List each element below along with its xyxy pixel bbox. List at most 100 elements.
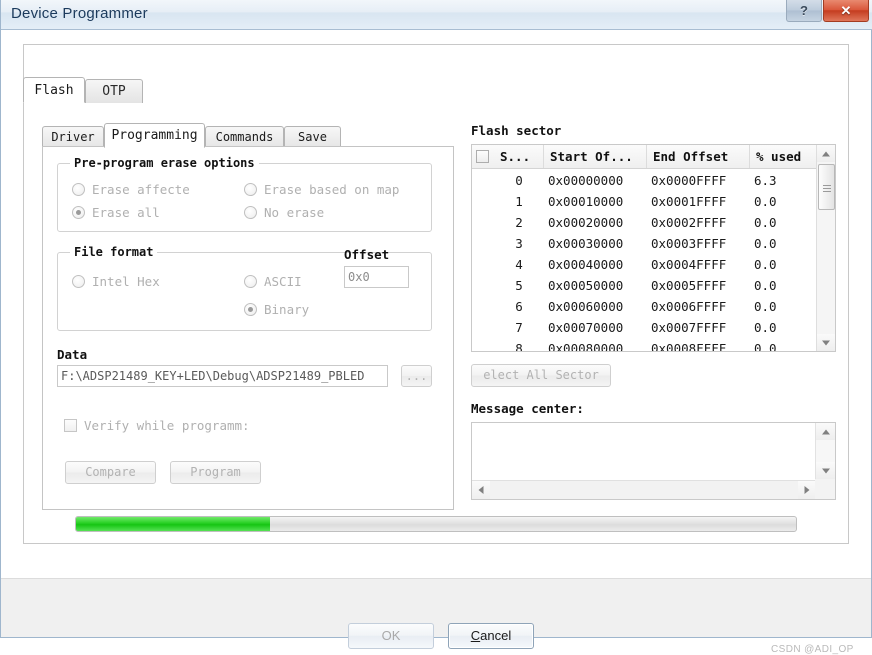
cell-end-offset: 0x0008FFFF	[651, 341, 727, 352]
message-center-textarea[interactable]	[472, 423, 816, 479]
scrollbar-thumb[interactable]	[818, 164, 835, 210]
file-format-title: File format	[70, 245, 158, 259]
tab-driver[interactable]: Driver	[42, 126, 104, 147]
tab-commands[interactable]: Commands	[205, 126, 284, 147]
cell-start-offset: 0x00020000	[548, 215, 624, 230]
cell-start-offset: 0x00080000	[548, 341, 624, 352]
cell-percent-used: 0.0	[754, 215, 777, 230]
program-button[interactable]: Program	[170, 461, 261, 484]
select-all-sector-button[interactable]: elect All Sector	[471, 364, 611, 387]
scroll-up-arrow-icon[interactable]	[816, 423, 835, 440]
checkbox-icon[interactable]	[476, 150, 489, 163]
file-format-group: File format Intel Hex ASCII Binary	[57, 245, 432, 331]
tab-flash[interactable]: Flash	[23, 77, 85, 103]
cell-sector: 6	[515, 299, 523, 314]
data-path-input[interactable]: F:\ADSP21489_KEY+LED\Debug\ADSP21489_PBL…	[57, 365, 388, 387]
cancel-accelerator: C	[470, 628, 481, 643]
select-all-header-cell[interactable]	[472, 145, 494, 168]
cell-end-offset: 0x0001FFFF	[651, 194, 727, 209]
radio-ascii[interactable]: ASCII	[244, 274, 302, 289]
table-row[interactable]: 1 0x00010000 0x0001FFFF 0.0	[472, 191, 817, 212]
cancel-label-rest: ancel	[480, 628, 512, 643]
verify-while-programming-label: Verify while programm:	[84, 418, 250, 433]
erase-options-title: Pre-program erase options	[70, 156, 259, 170]
table-row[interactable]: 7 0x00070000 0x0007FFFF 0.0	[472, 317, 817, 338]
inner-tabstrip: Driver Programming Commands Save	[42, 123, 462, 148]
message-horizontal-scrollbar[interactable]	[472, 480, 816, 499]
table-row[interactable]: 3 0x00030000 0x0003FFFF 0.0	[472, 233, 817, 254]
radio-erase-based-on-map[interactable]: Erase based on map	[244, 182, 411, 197]
radio-circle-filled-icon	[72, 206, 85, 219]
browse-button[interactable]: ...	[401, 365, 432, 387]
verify-while-programming-checkbox[interactable]: Verify while programm:	[64, 418, 250, 433]
device-programmer-window: Device Programmer ? ✕ Flash OTP Driver P…	[0, 0, 872, 655]
radio-binary-label: Binary	[264, 302, 310, 317]
column-header-start-offset[interactable]: Start Of...	[544, 145, 647, 168]
cell-start-offset: 0x00030000	[548, 236, 624, 251]
scroll-down-arrow-icon[interactable]	[816, 462, 835, 479]
tab-programming[interactable]: Programming	[104, 123, 205, 148]
table-row[interactable]: 0 0x00000000 0x0000FFFF 6.3	[472, 170, 817, 191]
erase-options-group: Pre-program erase options Erase affecte …	[57, 156, 432, 232]
radio-erase-based-on-map-label: Erase based on map	[264, 182, 400, 197]
cell-start-offset: 0x00000000	[548, 173, 624, 188]
compare-button[interactable]: Compare	[65, 461, 156, 484]
radio-no-erase[interactable]: No erase	[244, 205, 324, 220]
radio-ascii-label: ASCII	[264, 274, 302, 289]
column-header-sector[interactable]: S...	[494, 145, 544, 168]
offset-label: Offset	[344, 247, 390, 262]
scroll-left-arrow-icon[interactable]	[472, 481, 490, 499]
table-row[interactable]: 4 0x00040000 0x0004FFFF 0.0	[472, 254, 817, 275]
radio-circle-filled-icon	[244, 303, 257, 316]
cell-start-offset: 0x00060000	[548, 299, 624, 314]
cell-sector: 4	[515, 257, 523, 272]
table-row[interactable]: 5 0x00050000 0x0005FFFF 0.0	[472, 275, 817, 296]
message-vertical-scrollbar[interactable]	[815, 423, 835, 479]
cell-percent-used: 0.0	[754, 299, 777, 314]
cell-end-offset: 0x0000FFFF	[651, 173, 727, 188]
watermark: CSDN @ADI_OP	[771, 644, 854, 655]
scroll-right-arrow-icon[interactable]	[798, 481, 816, 499]
data-label: Data	[57, 347, 88, 362]
offset-input[interactable]: 0x0	[344, 266, 409, 288]
message-center-label: Message center:	[471, 401, 584, 416]
cell-percent-used: 0.0	[754, 194, 777, 209]
cell-sector: 0	[515, 173, 523, 188]
cell-sector: 2	[515, 215, 523, 230]
table-row[interactable]: 2 0x00020000 0x0002FFFF 0.0	[472, 212, 817, 233]
cancel-button[interactable]: Cancel	[448, 623, 534, 649]
cell-sector: 8	[515, 341, 523, 352]
dialog-footer	[1, 578, 871, 636]
flash-sector-table[interactable]: S... Start Of... End Offset % used 0 0x0…	[471, 144, 836, 352]
scrollbar-corner	[815, 479, 835, 499]
help-icon[interactable]: ?	[786, 0, 822, 22]
table-vertical-scrollbar[interactable]	[816, 145, 835, 351]
message-center-box[interactable]	[471, 422, 836, 500]
client-area: Flash OTP Driver Programming Commands Sa…	[1, 30, 871, 655]
cell-percent-used: 0.0	[754, 320, 777, 335]
table-row[interactable]: 8 0x00080000 0x0008FFFF 0.0	[472, 338, 817, 352]
ok-button[interactable]: OK	[348, 623, 434, 649]
column-header-percent-used[interactable]: % used	[750, 145, 817, 168]
radio-erase-affected[interactable]: Erase affecte	[72, 182, 202, 197]
cell-start-offset: 0x00050000	[548, 278, 624, 293]
radio-intel-hex[interactable]: Intel Hex	[72, 274, 160, 289]
radio-binary[interactable]: Binary	[244, 302, 309, 317]
column-header-end-offset[interactable]: End Offset	[647, 145, 750, 168]
radio-circle-icon	[72, 183, 85, 196]
tab-save[interactable]: Save	[284, 126, 341, 147]
tab-otp[interactable]: OTP	[85, 79, 143, 103]
table-row[interactable]: 6 0x00060000 0x0006FFFF 0.0	[472, 296, 817, 317]
radio-erase-all[interactable]: Erase all	[72, 205, 164, 220]
scroll-down-arrow-icon[interactable]	[817, 334, 835, 351]
radio-circle-icon	[244, 275, 257, 288]
progress-bar-fill	[76, 517, 271, 531]
cell-sector: 3	[515, 236, 523, 251]
radio-circle-icon	[244, 206, 257, 219]
close-icon[interactable]: ✕	[823, 0, 869, 22]
title-bar: Device Programmer ? ✕	[1, 0, 872, 30]
radio-erase-affected-label: Erase affecte	[92, 182, 190, 197]
scroll-up-arrow-icon[interactable]	[817, 145, 835, 162]
radio-intel-hex-label: Intel Hex	[92, 274, 160, 289]
progress-bar	[75, 516, 797, 532]
